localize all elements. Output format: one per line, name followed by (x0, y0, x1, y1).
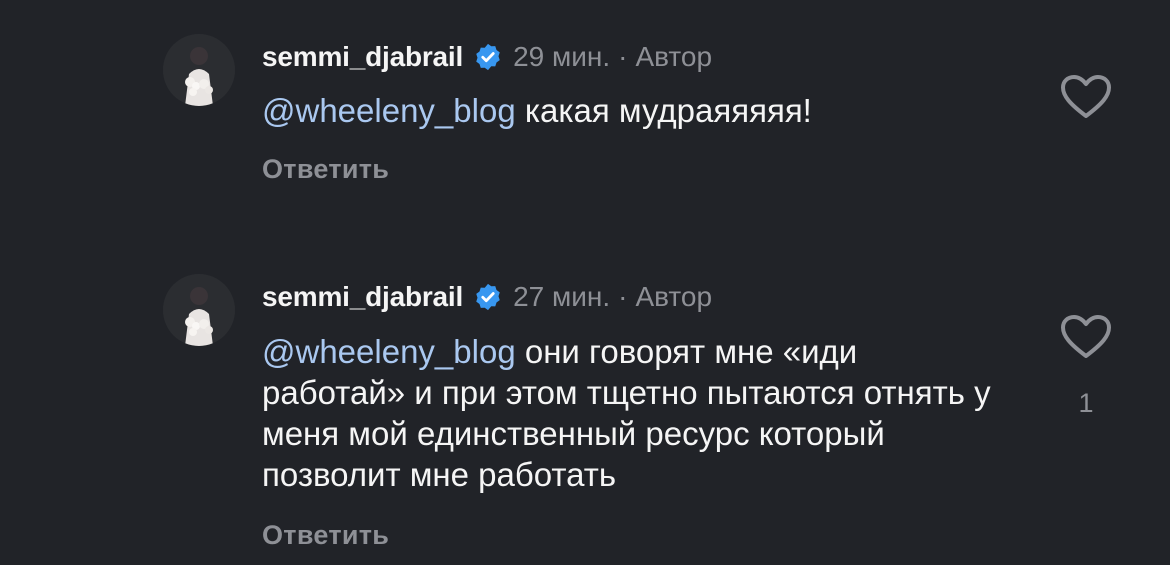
comment-body: какая мудраяяяяя! (524, 92, 812, 129)
timestamp: 29 мин. (513, 41, 611, 72)
separator: · (618, 281, 628, 312)
timestamp: 27 мин. (513, 281, 611, 312)
reply-button[interactable]: Ответить (262, 520, 389, 551)
comment-header: semmi_djabrail 29 мин. · Автор (262, 37, 712, 77)
mention-link[interactable]: @wheeleny_blog (262, 92, 516, 129)
heart-outline-icon[interactable] (1060, 314, 1112, 360)
verified-badge-icon (473, 42, 503, 72)
mention-link[interactable]: @wheeleny_blog (262, 333, 516, 370)
author-label: Автор (635, 41, 713, 72)
username[interactable]: semmi_djabrail (262, 41, 463, 73)
comment-text: @wheeleny_blog какая мудраяяяяя! (262, 90, 1022, 131)
heart-outline-icon[interactable] (1060, 74, 1112, 120)
avatar[interactable] (163, 274, 235, 346)
avatar[interactable] (163, 34, 235, 106)
reply-button[interactable]: Ответить (262, 154, 389, 185)
separator: · (618, 41, 628, 72)
comment-text: @wheeleny_blog они говорят мне «иди рабо… (262, 331, 1002, 495)
verified-badge-icon (473, 282, 503, 312)
author-label: Автор (635, 281, 713, 312)
like-count: 1 (1078, 388, 1094, 418)
username[interactable]: semmi_djabrail (262, 281, 463, 313)
avatar-image (163, 274, 235, 346)
avatar-image (163, 34, 235, 106)
comment-header: semmi_djabrail 27 мин. · Автор (262, 277, 712, 317)
